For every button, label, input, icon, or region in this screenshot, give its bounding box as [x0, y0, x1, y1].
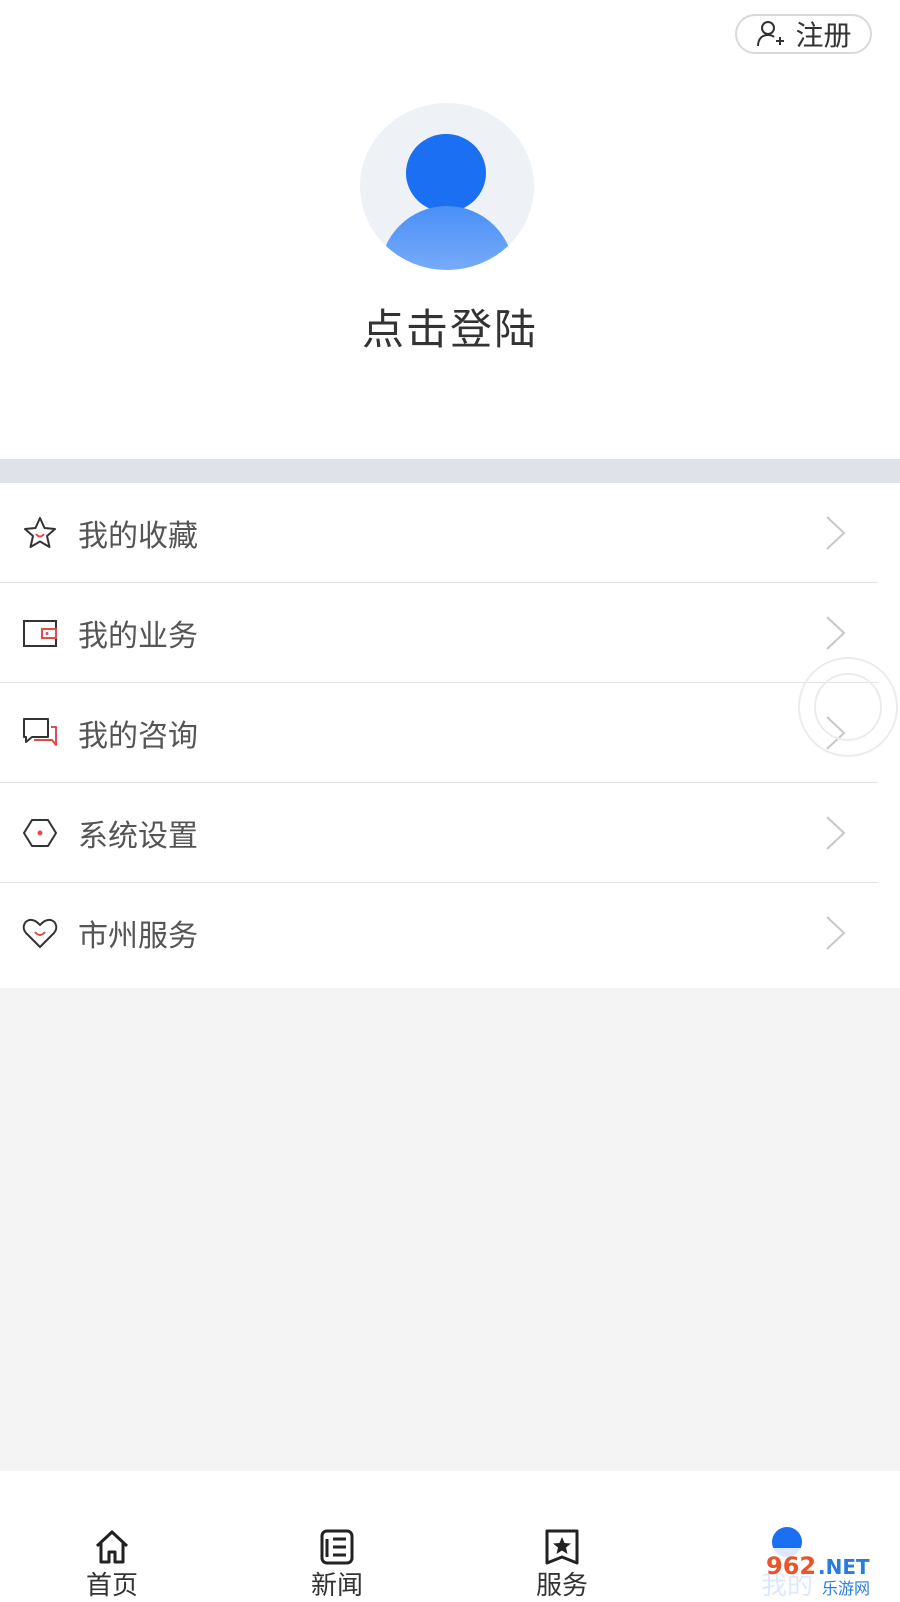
svg-text:乐游网: 乐游网	[822, 1579, 870, 1598]
tab-service[interactable]: 服务	[502, 1471, 622, 1601]
chevron-right-icon	[826, 616, 846, 650]
tab-news[interactable]: 新闻	[277, 1471, 397, 1601]
user-add-icon	[757, 21, 785, 47]
wallet-icon	[23, 620, 57, 647]
hexagon-settings-icon	[23, 819, 57, 847]
chevron-right-icon	[826, 816, 846, 850]
default-avatar-icon[interactable]	[360, 103, 534, 270]
register-button[interactable]: 注册	[735, 14, 872, 54]
chevron-right-icon	[826, 516, 846, 550]
news-icon	[320, 1529, 354, 1565]
menu-item-city-service[interactable]: 市州服务	[0, 883, 900, 983]
menu-item-label: 我的收藏	[78, 519, 198, 554]
section-divider	[0, 459, 900, 483]
star-icon	[24, 517, 56, 548]
menu-item-label: 我的业务	[78, 619, 198, 654]
home-icon	[95, 1530, 129, 1564]
tab-home[interactable]: 首页	[52, 1471, 172, 1601]
menu-item-label: 市州服务	[78, 919, 198, 954]
floating-assistive-button[interactable]	[798, 657, 898, 757]
menu-item-label: 系统设置	[78, 819, 198, 854]
svg-text:962: 962	[766, 1552, 816, 1580]
tab-label: 新闻	[310, 1571, 363, 1601]
tab-label: 服务	[535, 1571, 588, 1601]
menu-item-label: 我的咨询	[78, 719, 198, 754]
empty-content-area	[0, 988, 900, 1471]
tab-label: 首页	[85, 1571, 138, 1601]
menu-item-business[interactable]: 我的业务	[0, 583, 900, 683]
login-prompt[interactable]: 点击登陆	[0, 296, 900, 357]
service-star-icon	[545, 1529, 579, 1565]
site-watermark-logo: 962 .NET 乐游网	[760, 1548, 900, 1600]
chat-bubbles-icon	[23, 718, 57, 746]
menu-item-consultation[interactable]: 我的咨询	[0, 683, 900, 783]
heart-icon	[22, 918, 58, 948]
chevron-right-icon	[826, 916, 846, 950]
menu-list: 我的收藏 我的业务 我的咨询 系统设置 市州服务	[0, 483, 900, 983]
register-label: 注册	[795, 19, 852, 52]
menu-item-settings[interactable]: 系统设置	[0, 783, 900, 883]
menu-item-favorites[interactable]: 我的收藏	[0, 483, 900, 583]
svg-text:.NET: .NET	[818, 1555, 870, 1579]
